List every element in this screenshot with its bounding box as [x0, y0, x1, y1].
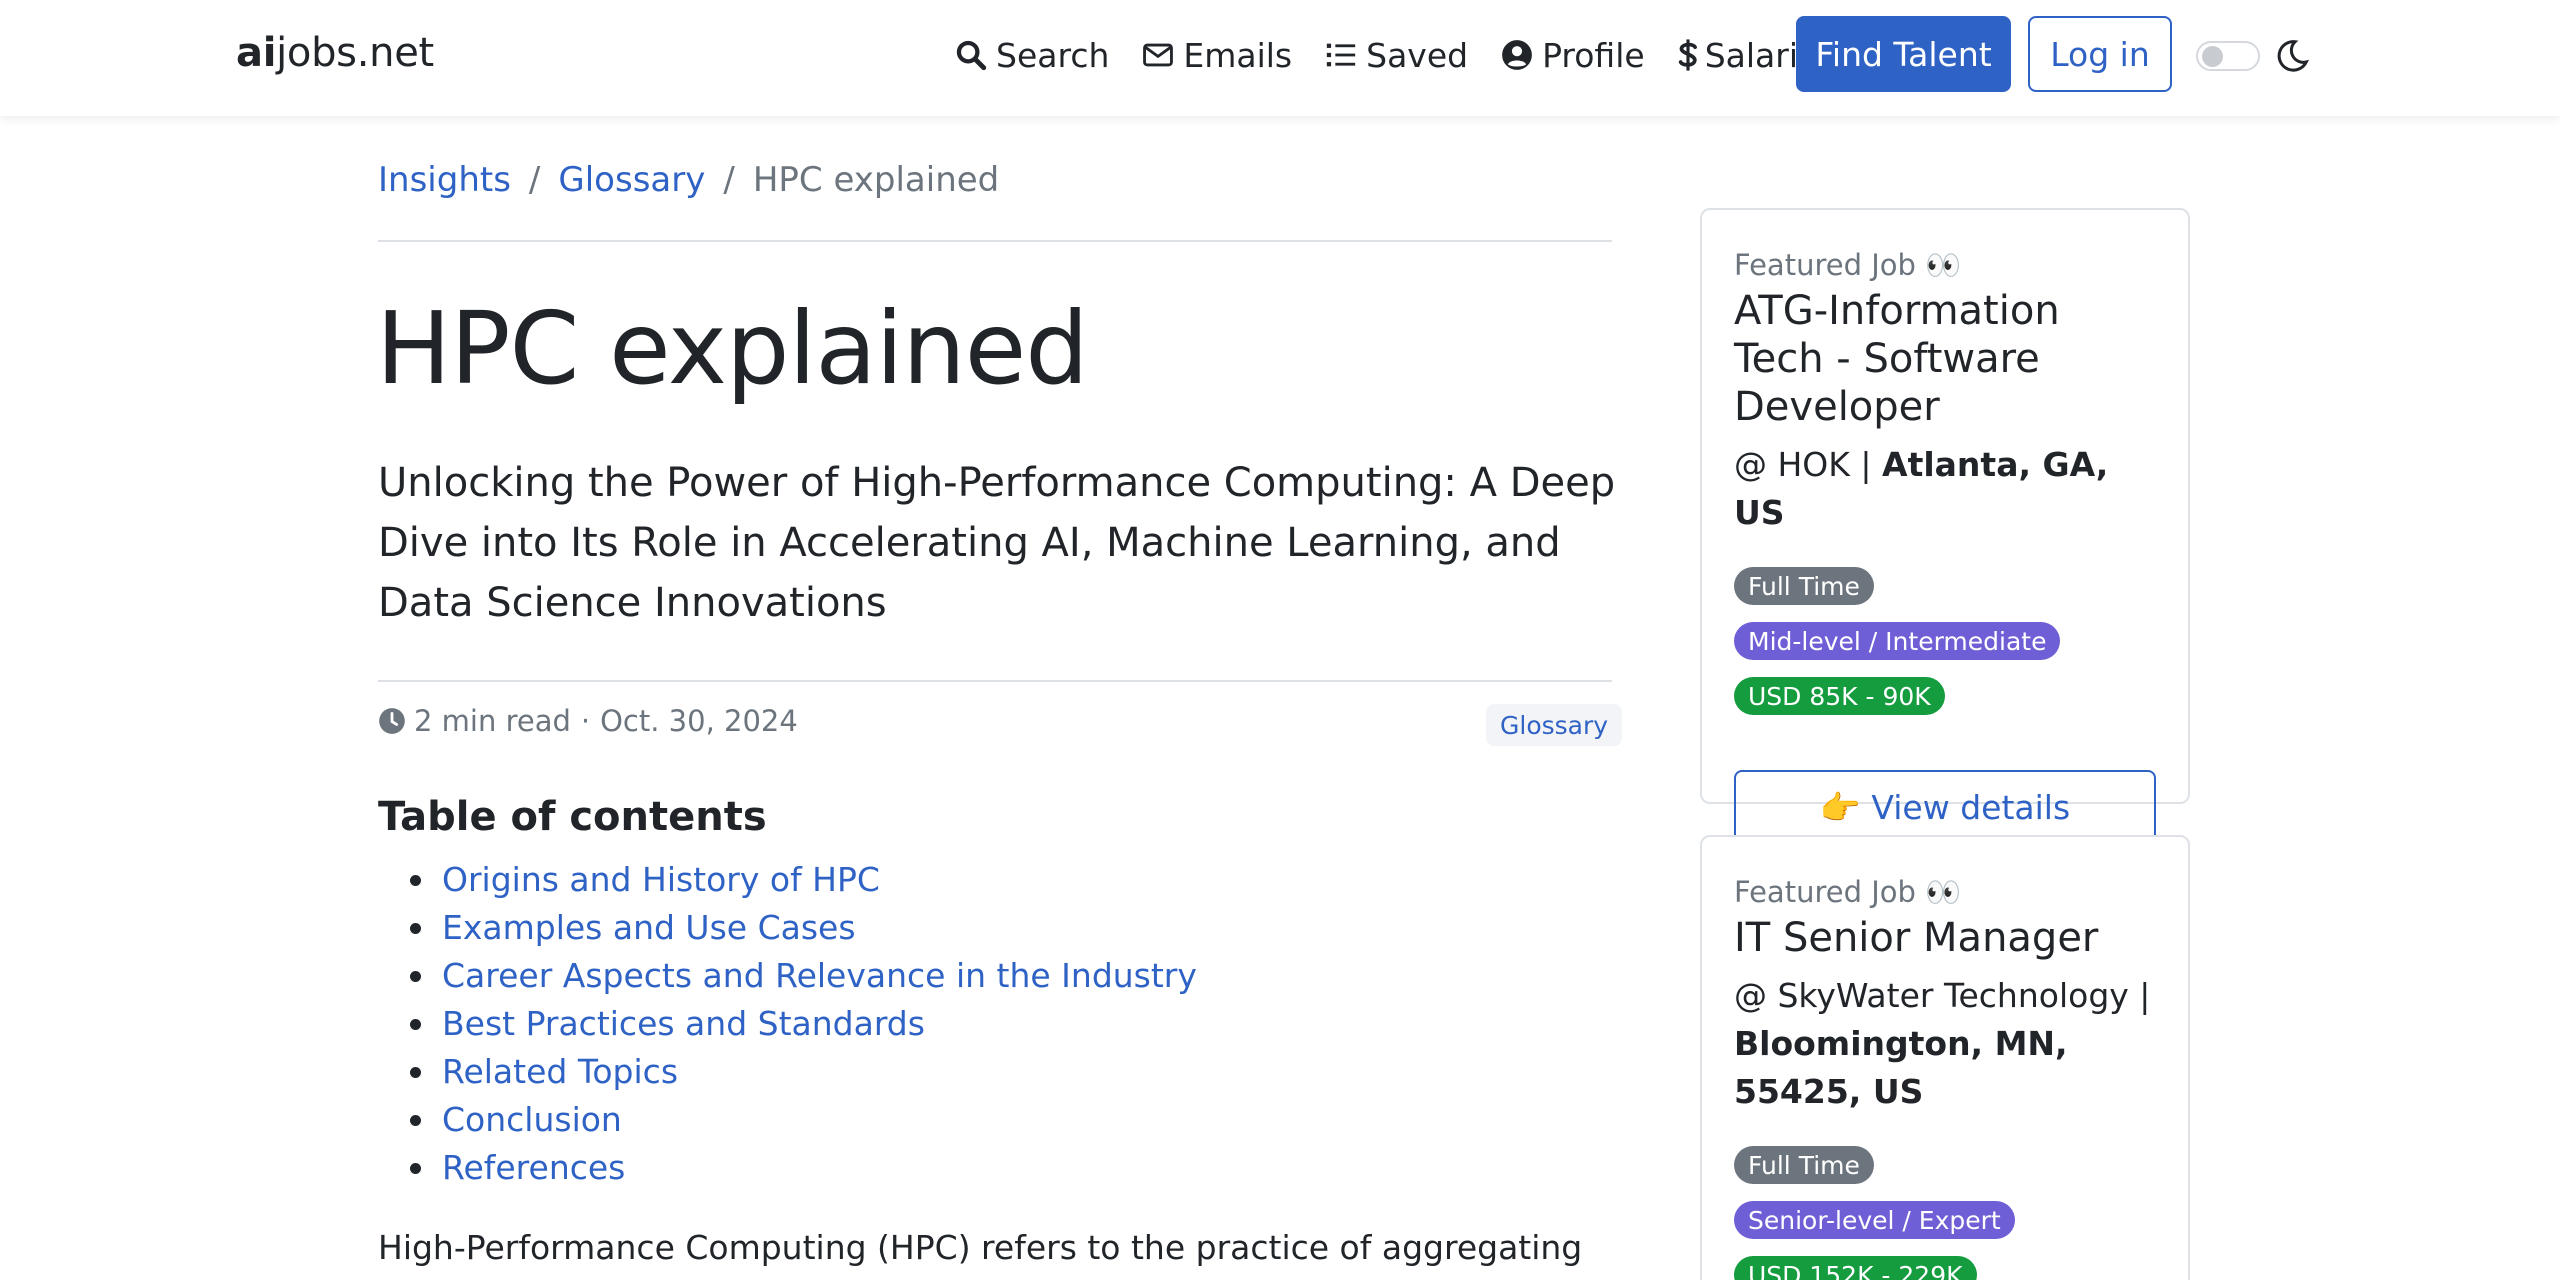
dark-mode-toggle[interactable]: [2196, 41, 2260, 71]
article-lead: Unlocking the Power of High-Performance …: [378, 460, 1616, 626]
breadcrumb-insights[interactable]: Insights: [378, 160, 511, 200]
toc-item: Best Practices and Standards: [410, 1000, 1197, 1048]
toc-link-conclusion[interactable]: Conclusion: [442, 1100, 622, 1139]
search-icon: [956, 40, 987, 71]
breadcrumb: Insights / Glossary / HPC explained: [378, 160, 999, 200]
publish-date: Oct. 30, 2024: [600, 704, 798, 738]
toc-link-related[interactable]: Related Topics: [442, 1052, 678, 1091]
toggle-knob: [2202, 46, 2223, 67]
nav-profile[interactable]: Profile: [1500, 36, 1645, 75]
job-badges: Full Time Mid-level / Intermediate USD 8…: [1734, 567, 2156, 732]
company-name: @ HOK |: [1734, 445, 1872, 484]
login-button[interactable]: Log in: [2028, 16, 2172, 92]
job-title[interactable]: IT Senior Manager: [1734, 914, 2156, 962]
salary-badge: USD 152K - 229K: [1734, 1256, 1977, 1280]
featured-job-label: Featured Job 👀: [1734, 875, 1962, 909]
list-icon: [1326, 43, 1356, 67]
breadcrumb-glossary[interactable]: Glossary: [558, 160, 705, 200]
clock-icon: [379, 708, 405, 734]
nav-menu: Search Emails Saved Profile Salaries: [954, 0, 1867, 110]
dollar-icon: [1678, 39, 1697, 71]
toc-item: Origins and History of HPC: [410, 856, 1197, 904]
toc-item: References: [410, 1144, 1197, 1192]
toc-item: Examples and Use Cases: [410, 904, 1197, 952]
navbar: aijobs.net Search Emails Saved Profile S…: [0, 0, 2560, 116]
breadcrumb-separator: /: [723, 160, 735, 200]
toc-link-examples[interactable]: Examples and Use Cases: [442, 908, 856, 947]
job-location: Bloomington, MN, 55425, US: [1734, 1024, 2068, 1111]
toc-item: Conclusion: [410, 1096, 1197, 1144]
nav-saved-label: Saved: [1366, 35, 1469, 75]
featured-job-card: Featured Job 👀 IT Senior Manager @ SkyWa…: [1700, 835, 2190, 1280]
read-time: 2 min read: [414, 704, 571, 738]
job-title[interactable]: ATG-Information Tech - Software Develope…: [1734, 287, 2156, 431]
job-company: @ SkyWater Technology | Bloomington, MN,…: [1734, 972, 2156, 1116]
featured-job-label: Featured Job 👀: [1734, 248, 1962, 282]
glossary-tag[interactable]: Glossary: [1486, 704, 1623, 746]
site-logo[interactable]: aijobs.net: [236, 30, 434, 76]
article-intro: High-Performance Computing (HPC) refers …: [378, 1228, 1583, 1267]
nav-emails[interactable]: Emails: [1141, 36, 1292, 75]
divider: [378, 680, 1612, 682]
toc-link-career[interactable]: Career Aspects and Relevance in the Indu…: [442, 956, 1197, 995]
nav-saved[interactable]: Saved: [1324, 36, 1468, 75]
envelope-icon: [1143, 43, 1174, 67]
employment-type-badge: Full Time: [1734, 1146, 1874, 1184]
logo-bold: ai: [236, 30, 277, 76]
level-badge: Mid-level / Intermediate: [1734, 622, 2061, 660]
logo-text: jobs.net: [276, 30, 434, 76]
salary-badge: USD 85K - 90K: [1734, 677, 1945, 715]
toc-link-references[interactable]: References: [442, 1148, 625, 1187]
nav-search[interactable]: Search: [954, 36, 1109, 75]
toc-title: Table of contents: [378, 794, 767, 840]
toc-link-best-practices[interactable]: Best Practices and Standards: [442, 1004, 925, 1043]
divider: [378, 240, 1612, 242]
nav-emails-label: Emails: [1183, 35, 1293, 75]
employment-type-badge: Full Time: [1734, 567, 1874, 605]
nav-search-label: Search: [996, 35, 1110, 75]
toc-item: Career Aspects and Relevance in the Indu…: [410, 952, 1197, 1000]
breadcrumb-current: HPC explained: [752, 160, 1000, 200]
user-circle-icon: [1502, 40, 1532, 70]
page-title: HPC explained: [376, 290, 1089, 407]
job-badges: Full Time Senior-level / Expert USD 152K…: [1734, 1146, 2156, 1280]
level-badge: Senior-level / Expert: [1734, 1201, 2015, 1239]
find-talent-button[interactable]: Find Talent: [1796, 16, 2011, 92]
nav-profile-label: Profile: [1542, 35, 1645, 75]
toc-link-origins[interactable]: Origins and History of HPC: [442, 860, 880, 899]
table-of-contents: Origins and History of HPC Examples and …: [410, 856, 1197, 1192]
article-meta: 2 min read · Oct. 30, 2024: [378, 704, 798, 738]
meta-separator: ·: [580, 704, 591, 738]
job-company: @ HOK | Atlanta, GA, US: [1734, 441, 2156, 537]
moon-icon: [2277, 40, 2309, 72]
featured-job-card: Featured Job 👀 ATG-Information Tech - So…: [1700, 208, 2190, 846]
breadcrumb-separator: /: [528, 160, 541, 200]
toc-item: Related Topics: [410, 1048, 1197, 1096]
company-name: @ SkyWater Technology |: [1734, 976, 2151, 1015]
